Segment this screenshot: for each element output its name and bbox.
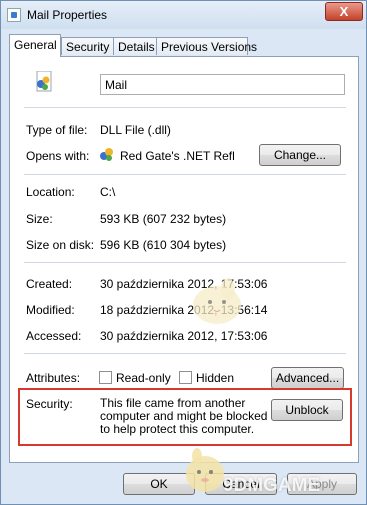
general-tab-panel: Type of file: DLL File (.dll) Opens with… [9,56,359,463]
modified-label: Modified: [26,303,75,317]
size-on-disk-label: Size on disk: [26,238,95,252]
type-value: DLL File (.dll) [100,123,171,137]
tab-security[interactable]: Security [61,37,114,55]
location-label: Location: [26,185,75,199]
title-bar[interactable]: Mail Properties X [1,1,366,29]
size-on-disk-value: 596 KB (610 304 bytes) [100,238,227,252]
size-value: 593 KB (607 232 bytes) [100,212,227,226]
tab-previous-versions[interactable]: Previous Versions [156,37,257,55]
advanced-button[interactable]: Advanced... [271,367,344,389]
separator [24,107,346,108]
readonly-checkbox[interactable] [99,371,112,384]
separator [24,174,346,175]
file-properties-icon [7,8,21,22]
dll-file-icon [36,71,52,92]
created-label: Created: [26,277,73,291]
tab-general[interactable]: General [9,34,61,57]
tab-details[interactable]: Details [113,37,157,55]
security-message: This file came from another computer and… [100,396,268,436]
attributes-label: Attributes: [26,371,81,385]
hidden-checkbox[interactable] [179,371,192,384]
location-value: C:\ [100,185,116,199]
hidden-label: Hidden [196,371,235,385]
window-title: Mail Properties [27,8,108,22]
opens-with-label: Opens with: [26,149,90,163]
separator [24,353,346,354]
change-button[interactable]: Change... [259,144,341,166]
mascot-watermark-icon [186,448,224,492]
site-watermark: 9DMGAME [223,475,321,496]
separator [24,262,346,263]
reflector-app-icon [100,148,113,161]
mascot-watermark-icon [193,278,241,324]
accessed-label: Accessed: [26,329,82,343]
type-label: Type of file: [26,123,88,137]
size-label: Size: [26,212,53,226]
opens-with-value: Red Gate's .NET Refle [120,149,234,163]
properties-window: Mail Properties X General Security Detai… [0,0,367,505]
readonly-label: Read-only [116,371,171,385]
security-label: Security: [26,397,73,411]
accessed-value: 30 października 2012, 17:53:06 [100,329,268,343]
close-button[interactable]: X [325,2,363,21]
unblock-button[interactable]: Unblock [271,399,343,421]
file-name-input[interactable] [100,74,345,95]
